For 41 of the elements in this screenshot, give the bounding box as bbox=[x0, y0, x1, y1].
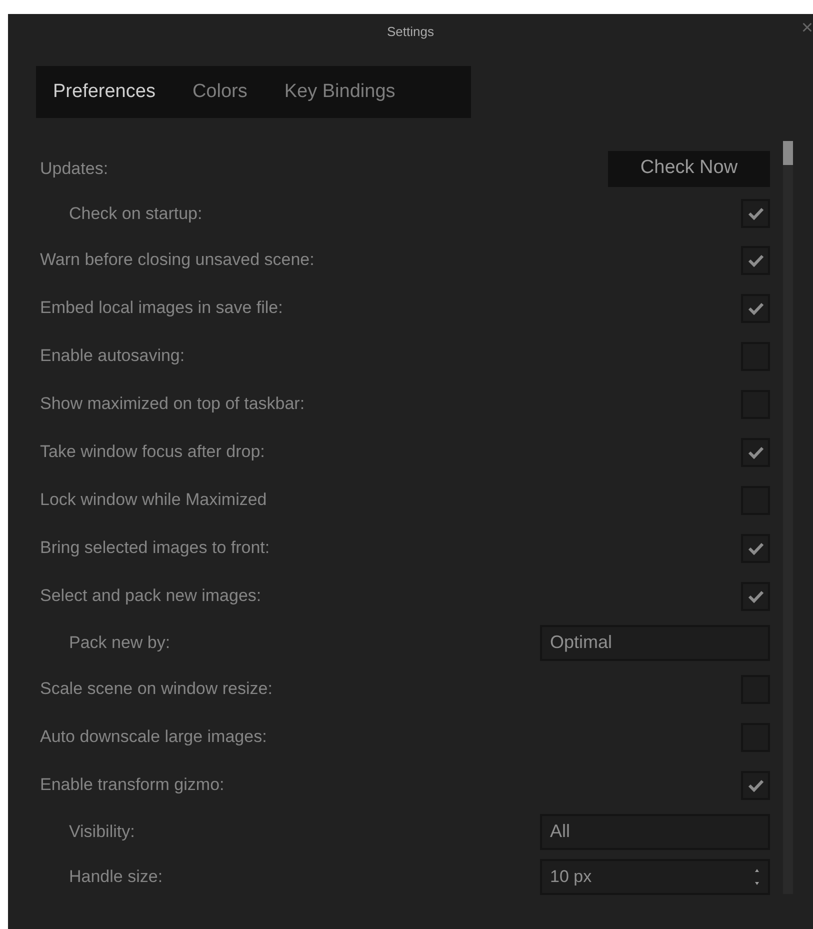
tab[interactable]: Key Bindings bbox=[284, 78, 396, 106]
setting-label: Enable autosaving: bbox=[40, 345, 185, 368]
checkmark-icon bbox=[748, 254, 764, 266]
checkbox[interactable] bbox=[741, 294, 770, 322]
checkmark-icon bbox=[748, 302, 764, 314]
checkbox[interactable] bbox=[741, 770, 770, 800]
scrollbar[interactable] bbox=[783, 141, 793, 894]
close-button[interactable]: × bbox=[801, 18, 813, 38]
checkbox[interactable] bbox=[741, 246, 770, 274]
tab[interactable]: Colors bbox=[192, 78, 248, 106]
dropdown-field[interactable]: All bbox=[540, 814, 770, 850]
check-now-button[interactable]: Check Now bbox=[608, 150, 770, 186]
checkbox[interactable] bbox=[741, 438, 770, 466]
setting-label: Check on startup: bbox=[68, 202, 202, 225]
tab[interactable]: Preferences bbox=[53, 78, 156, 106]
window-title: Settings bbox=[387, 23, 434, 42]
setting-label: Enable transform gizmo: bbox=[40, 774, 224, 796]
setting-label: Bring selected images to front: bbox=[40, 537, 270, 560]
setting-label: Handle size: bbox=[68, 866, 163, 888]
checkmark-icon bbox=[748, 778, 764, 792]
checkmark-icon bbox=[748, 590, 764, 602]
setting-label: Show maximized on top of taskbar: bbox=[40, 393, 305, 416]
checkbox[interactable] bbox=[741, 199, 770, 228]
setting-label: Embed local images in save file: bbox=[40, 297, 283, 320]
setting-label: Select and pack new images: bbox=[40, 585, 262, 608]
setting-label: Lock window while Maximized bbox=[40, 489, 267, 512]
setting-label: Updates: bbox=[40, 158, 108, 180]
number-field[interactable]: 10 px bbox=[540, 858, 770, 894]
number-value: 10 px bbox=[550, 866, 592, 888]
setting-label: Take window focus after drop: bbox=[40, 441, 265, 464]
setting-label: Warn before closing unsaved scene: bbox=[40, 249, 314, 272]
setting-label: Visibility: bbox=[68, 820, 135, 843]
setting-label: Pack new by: bbox=[68, 632, 170, 654]
setting-label: Auto downscale large images: bbox=[40, 726, 267, 748]
dropdown-field[interactable]: Optimal bbox=[540, 624, 770, 660]
checkmark-icon bbox=[748, 446, 764, 458]
checkmark-icon bbox=[748, 542, 764, 554]
checkbox[interactable] bbox=[741, 534, 770, 562]
checkbox[interactable] bbox=[741, 582, 770, 610]
checkmark-icon bbox=[748, 207, 764, 220]
setting-label: Scale scene on window resize: bbox=[40, 678, 272, 700]
